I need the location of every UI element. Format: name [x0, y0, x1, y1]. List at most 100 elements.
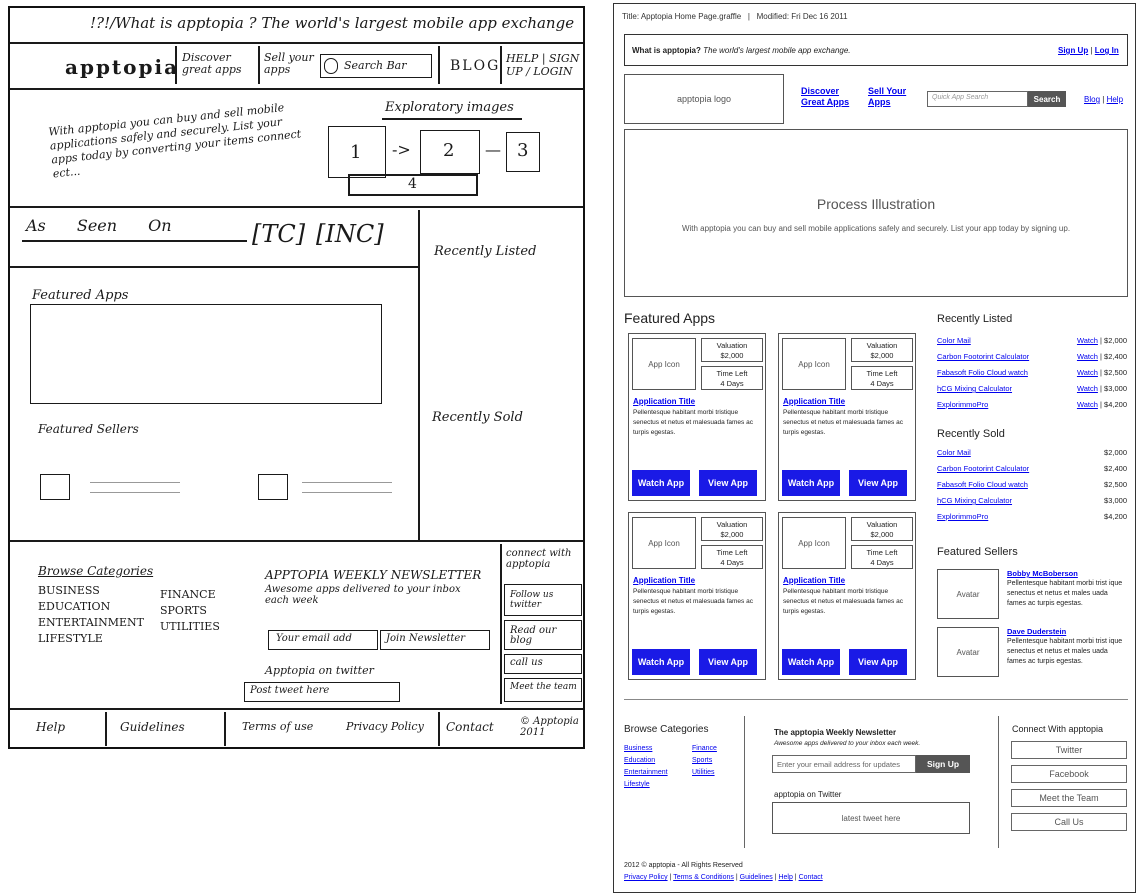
sketch-footer-privacy: Privacy Policy — [346, 720, 424, 733]
listed-app-link[interactable]: Carbon Footorint Calculator — [937, 352, 1029, 361]
sketch-copyright: © Apptopia 2011 — [520, 716, 579, 738]
sold-row: hCG Mixing Calculator $3,000 — [937, 496, 1127, 505]
category-lifestyle[interactable]: Lifestyle — [624, 779, 668, 791]
footer-privacy[interactable]: Privacy Policy — [624, 874, 668, 881]
watch-link[interactable]: Watch — [1077, 368, 1098, 377]
app-card: App Icon Valuation $2,000 Time Left 4 Da… — [778, 333, 916, 501]
seller-row: Avatar Dave Duderstein Pellentesque habi… — [937, 627, 1127, 681]
category-sports[interactable]: Sports — [692, 755, 717, 767]
nav-discover[interactable]: Discover Great Apps — [801, 86, 861, 108]
app-title-link[interactable]: Application Title — [633, 576, 695, 585]
watch-link[interactable]: Watch — [1077, 400, 1098, 409]
sketch-help-sign: HELP | SIGN UP / LOGIN — [506, 52, 580, 78]
app-title-link[interactable]: Application Title — [783, 397, 845, 406]
view-app-button[interactable]: View App — [849, 649, 907, 675]
connect-call-us[interactable]: Call Us — [1011, 813, 1127, 831]
valuation-box: Valuation $2,000 — [701, 338, 763, 362]
time-left-box: Time Left 4 Days — [851, 366, 913, 390]
sketch-footer-contact: Contact — [446, 720, 494, 734]
sketch-logo: apptopia — [65, 55, 180, 79]
listed-app-link[interactable]: hCG Mixing Calculator — [937, 384, 1012, 393]
valuation-box: Valuation $2,000 — [851, 517, 913, 541]
sketch-search-icon — [324, 58, 338, 74]
logo-box: apptopia logo — [624, 74, 784, 124]
sketch-discover: Discover great apps — [182, 51, 242, 76]
seller-name-link[interactable]: Bobby McBoberson — [1007, 569, 1078, 578]
sold-row: ExplorimmoPro $4,200 — [937, 512, 1127, 521]
time-left-box: Time Left 4 Days — [701, 366, 763, 390]
seller-description: Pellentesque habitant morbi trist ique s… — [1007, 638, 1123, 665]
sketch-search-label: Search Bar — [344, 59, 407, 72]
search-input[interactable]: Quick App Search — [927, 91, 1028, 107]
sketch-recently-listed: Recently Listed — [434, 244, 537, 259]
help-link[interactable]: Help — [1107, 95, 1123, 104]
connect-meet-team[interactable]: Meet the Team — [1011, 789, 1127, 807]
listed-row: Color Mail Watch | $2,000 — [937, 336, 1127, 345]
sketch-footer-help: Help — [36, 720, 66, 734]
footer-contact[interactable]: Contact — [799, 874, 823, 881]
connect-facebook[interactable]: Facebook — [1011, 765, 1127, 783]
cats-right: Finance Sports Utilities — [692, 743, 717, 779]
sketch-tc: [TC] — [252, 220, 306, 248]
app-icon: App Icon — [632, 338, 696, 390]
newsletter-signup-button[interactable]: Sign Up — [916, 755, 970, 773]
listed-price: | $4,200 — [1100, 400, 1127, 409]
watch-app-button[interactable]: Watch App — [632, 649, 690, 675]
what-is: What is apptopia? The world's largest mo… — [632, 46, 851, 55]
app-card: App Icon Valuation $2,000 Time Left 4 Da… — [628, 333, 766, 501]
sketch-newsletter-sub: Awesome apps delivered to your inbox eac… — [265, 584, 461, 606]
view-app-button[interactable]: View App — [849, 470, 907, 496]
sketch-blog: BLOG — [450, 58, 501, 74]
copyright: 2012 © apptopia - All Rights Reserved — [624, 862, 743, 869]
sold-app-link[interactable]: Color Mail — [937, 448, 971, 457]
category-finance[interactable]: Finance — [692, 743, 717, 755]
footer-terms[interactable]: Terms & Conditions — [673, 874, 734, 881]
watch-app-button[interactable]: Watch App — [632, 470, 690, 496]
newsletter-title: The apptopia Weekly Newsletter — [774, 728, 897, 737]
sold-app-link[interactable]: ExplorimmoPro — [937, 512, 988, 521]
app-title-link[interactable]: Application Title — [633, 397, 695, 406]
app-icon: App Icon — [632, 517, 696, 569]
category-utilities[interactable]: Utilities — [692, 767, 717, 779]
search-button[interactable]: Search — [1028, 91, 1066, 107]
listed-app-link[interactable]: ExplorimmoPro — [937, 400, 988, 409]
view-app-button[interactable]: View App — [699, 649, 757, 675]
time-left-box: Time Left 4 Days — [851, 545, 913, 569]
sold-app-link[interactable]: hCG Mixing Calculator — [937, 496, 1012, 505]
listed-row: hCG Mixing Calculator Watch | $3,000 — [937, 384, 1127, 393]
category-business[interactable]: Business — [624, 743, 668, 755]
category-education[interactable]: Education — [624, 755, 668, 767]
watch-link[interactable]: Watch — [1077, 336, 1098, 345]
view-app-button[interactable]: View App — [699, 470, 757, 496]
connect-twitter[interactable]: Twitter — [1011, 741, 1127, 759]
sketch-seller-avatar-2 — [258, 474, 288, 500]
recently-sold-heading: Recently Sold — [937, 428, 1005, 440]
listed-price: | $2,000 — [1100, 336, 1127, 345]
process-text: With apptopia you can buy and sell mobil… — [681, 224, 1071, 233]
seller-name-link[interactable]: Dave Duderstein — [1007, 627, 1066, 636]
email-input[interactable]: Enter your email address for updates — [772, 755, 916, 773]
nav-sell[interactable]: Sell Your Apps — [868, 86, 918, 108]
sketch-connect: connect with apptopia — [506, 548, 572, 570]
sold-app-link[interactable]: Fabasoft Folio Cloud watch — [937, 480, 1028, 489]
signup-link[interactable]: Sign Up — [1058, 46, 1088, 55]
footer-help[interactable]: Help — [778, 874, 792, 881]
sold-app-link[interactable]: Carbon Footorint Calculator — [937, 464, 1029, 473]
blog-help: Blog | Help — [1084, 95, 1124, 104]
watch-link[interactable]: Watch — [1077, 384, 1098, 393]
app-title-link[interactable]: Application Title — [783, 576, 845, 585]
category-entertainment[interactable]: Entertainment — [624, 767, 668, 779]
sketch-exploratory: Exploratory images — [385, 100, 514, 115]
watch-app-button[interactable]: Watch App — [782, 649, 840, 675]
avatar: Avatar — [937, 569, 999, 619]
listed-row: ExplorimmoPro Watch | $4,200 — [937, 400, 1127, 409]
footer-guidelines[interactable]: Guidelines — [740, 874, 773, 881]
listed-app-link[interactable]: Fabasoft Folio Cloud watch — [937, 368, 1028, 377]
on-twitter-label: apptopia on Twitter — [774, 790, 842, 799]
listed-app-link[interactable]: Color Mail — [937, 336, 971, 345]
watch-link[interactable]: Watch — [1077, 352, 1098, 361]
watch-app-button[interactable]: Watch App — [782, 470, 840, 496]
login-link[interactable]: Log In — [1095, 46, 1119, 55]
sold-row: Carbon Footorint Calculator $2,400 — [937, 464, 1127, 473]
blog-link[interactable]: Blog — [1084, 95, 1100, 104]
